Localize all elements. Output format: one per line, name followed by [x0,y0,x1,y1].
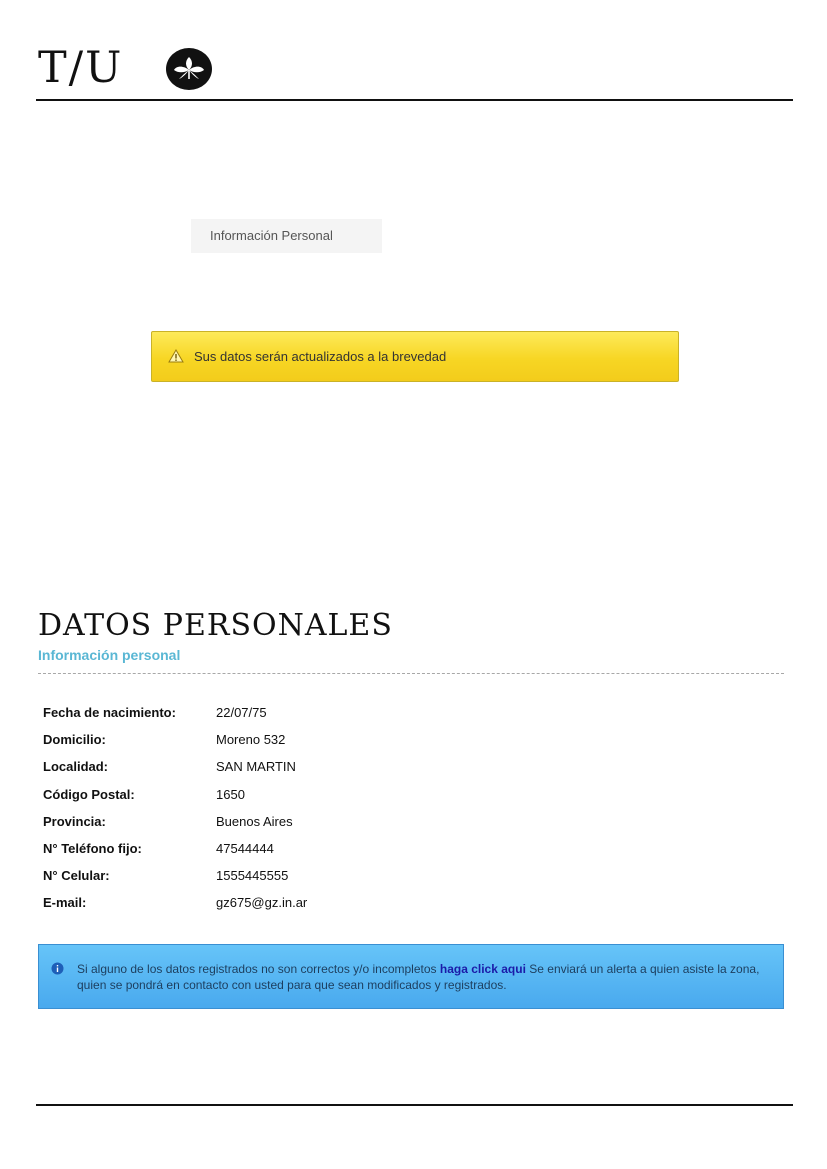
tab-informacion-personal[interactable]: Información Personal [191,219,382,253]
warning-alert: Sus datos serán actualizados a la breved… [151,331,679,382]
field-row-province: Provincia: Buenos Aires [43,809,743,836]
field-label: N° Celular: [43,868,110,884]
field-label: Código Postal: [43,786,135,802]
warning-triangle-icon [168,349,184,363]
field-row-email: E-mail: gz675@gz.in.ar [43,890,743,917]
field-row-address: Domicilio: Moreno 532 [43,727,743,754]
info-text-before: Si alguno de los datos registrados no so… [77,962,440,976]
warning-message: Sus datos serán actualizados a la breved… [194,349,447,364]
field-label: Fecha de nacimiento: [43,705,176,720]
field-label: Localidad: [43,759,109,775]
info-alert: Si alguno de los datos registrados no so… [38,944,784,1009]
field-value: 47544444 [216,840,274,856]
section-subtitle: Información personal [38,647,181,663]
field-row-locality: Localidad: SAN MARTIN [43,754,743,781]
field-value: 1555445555 [216,868,289,884]
section-title: DATOS PERSONALES [38,608,393,643]
footer-divider [36,1104,793,1106]
field-row-phone: N° Teléfono fijo: 47544444 [43,836,743,863]
section-divider [38,673,784,674]
flower-emblem-icon [166,48,212,90]
field-label: N° Teléfono fijo: [43,840,142,856]
personal-data-list: Fecha de nacimiento: 22/07/75 Domicilio:… [43,700,743,918]
header: T/U [36,44,793,100]
header-divider [36,99,793,101]
field-label: Domicilio: [43,732,106,748]
field-label: Provincia: [43,813,106,829]
field-value: Buenos Aires [216,813,293,829]
field-label: E-mail: [43,895,87,911]
field-value: 1650 [216,786,245,802]
info-circle-icon [51,962,64,975]
field-value: SAN MARTIN [216,759,296,775]
field-value: gz675@gz.in.ar [216,895,308,911]
report-link[interactable]: haga click aqui [440,962,526,976]
field-value: 22/07/75 [216,705,267,720]
field-row-birthdate: Fecha de nacimiento: 22/07/75 [43,700,743,727]
field-row-mobile: N° Celular: 1555445555 [43,863,743,890]
logo-text: T/U [38,43,124,93]
field-row-postal-code: Código Postal: 1650 [43,782,743,809]
field-value: Moreno 532 [216,732,286,748]
